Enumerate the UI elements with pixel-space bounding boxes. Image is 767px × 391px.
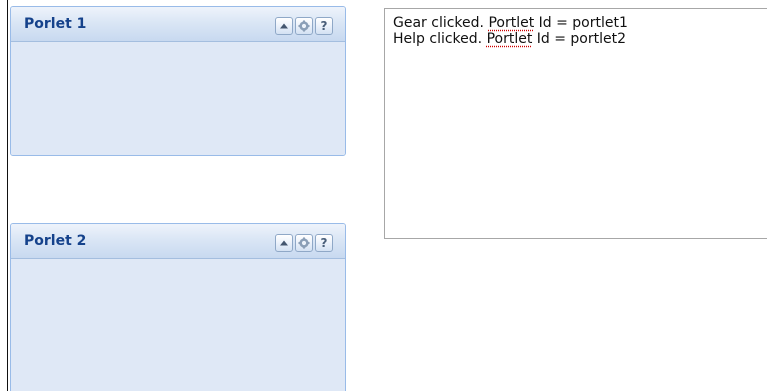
portlet-1: Porlet 1 ?	[10, 6, 346, 156]
portlet-2-tool-group: ?	[275, 234, 333, 252]
spellcheck-word: Portlet	[488, 15, 535, 31]
portlet-1-body	[11, 42, 345, 155]
log-line-1-suffix: Id = portlet1	[534, 15, 628, 31]
log-line-2-suffix: Id = portlet2	[532, 31, 627, 47]
event-log-textarea[interactable]: Gear clicked. Portlet Id = portlet1 Help…	[384, 8, 767, 239]
collapse-icon	[280, 240, 288, 246]
collapse-icon	[280, 23, 288, 29]
portlet-1-collapse-button[interactable]	[275, 17, 293, 35]
log-line-1-prefix: Gear clicked.	[393, 15, 489, 31]
gear-icon	[298, 20, 310, 32]
log-line-1: Gear clicked. Portlet Id = portlet1	[393, 15, 765, 31]
portlet-1-title: Porlet 1	[24, 16, 87, 32]
left-border-line	[7, 0, 8, 391]
log-line-2-prefix: Help clicked.	[393, 31, 487, 47]
help-icon: ?	[320, 19, 328, 33]
spellcheck-word: Portlet	[486, 31, 533, 47]
portlet-2-title: Porlet 2	[24, 233, 87, 249]
portlet-1-header[interactable]: Porlet 1 ?	[11, 7, 345, 42]
portal-workspace: Porlet 1 ? Porlet 2 ? Gear clicked. Port…	[0, 0, 767, 391]
log-line-2: Help clicked. Portlet Id = portlet2	[393, 31, 765, 47]
portlet-2-gear-button[interactable]	[295, 234, 313, 252]
portlet-1-tool-group: ?	[275, 17, 333, 35]
portlet-2-header[interactable]: Porlet 2 ?	[11, 224, 345, 259]
portlet-2-help-button[interactable]: ?	[315, 234, 333, 252]
portlet-1-help-button[interactable]: ?	[315, 17, 333, 35]
portlet-2-body	[11, 259, 345, 391]
portlet-1-gear-button[interactable]	[295, 17, 313, 35]
gear-icon	[298, 237, 310, 249]
portlet-2-collapse-button[interactable]	[275, 234, 293, 252]
help-icon: ?	[320, 236, 328, 250]
portlet-2: Porlet 2 ?	[10, 223, 346, 391]
